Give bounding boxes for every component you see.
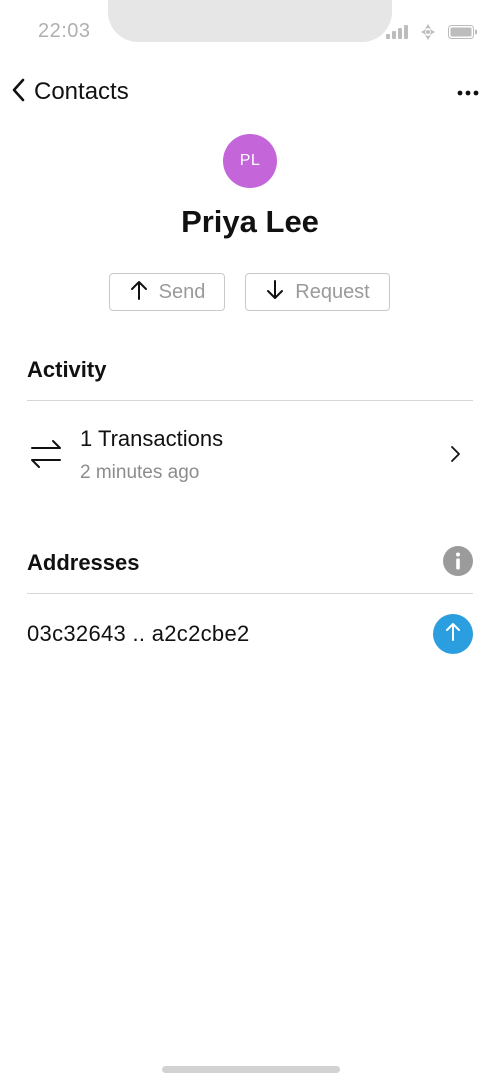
arrow-down-icon	[265, 279, 285, 306]
divider	[27, 593, 473, 594]
address-row: 03c32643 .. a2c2cbe2	[27, 612, 473, 658]
status-bar: 22:03	[0, 0, 500, 62]
status-icons	[386, 22, 478, 47]
header: Contacts	[0, 62, 500, 122]
info-icon[interactable]	[443, 546, 473, 576]
transfer-arrows-icon	[29, 438, 63, 475]
signal-icon	[386, 25, 408, 44]
home-indicator[interactable]	[162, 1066, 340, 1073]
more-horizontal-icon	[457, 83, 479, 101]
back-label: Contacts	[34, 78, 129, 105]
address-text: 03c32643 .. a2c2cbe2	[27, 621, 250, 646]
request-label: Request	[295, 280, 370, 303]
send-button[interactable]: Send	[109, 273, 225, 311]
device-notch	[108, 0, 392, 42]
chevron-left-icon	[10, 77, 28, 108]
contact-name: Priya Lee	[181, 204, 319, 239]
transactions-row[interactable]: 1 Transactions 2 minutes ago	[27, 418, 473, 494]
battery-icon	[448, 25, 478, 44]
back-button[interactable]: Contacts	[10, 76, 129, 108]
request-button[interactable]: Request	[245, 273, 390, 311]
arrow-up-icon	[129, 279, 149, 306]
send-label: Send	[158, 280, 206, 303]
arrow-up-icon	[443, 621, 463, 648]
transactions-time: 2 minutes ago	[80, 462, 200, 483]
send-to-address-button[interactable]	[433, 614, 473, 654]
activity-heading: Activity	[27, 357, 107, 382]
addresses-heading: Addresses	[27, 550, 140, 575]
transactions-count: 1 Transactions	[80, 426, 224, 451]
more-button[interactable]	[456, 78, 480, 106]
chevron-right-icon	[449, 444, 461, 469]
wifi-icon	[418, 22, 438, 47]
status-time: 22:03	[38, 20, 91, 42]
divider	[27, 400, 473, 401]
avatar-initials: PL	[239, 152, 261, 169]
avatar: PL	[223, 134, 277, 188]
